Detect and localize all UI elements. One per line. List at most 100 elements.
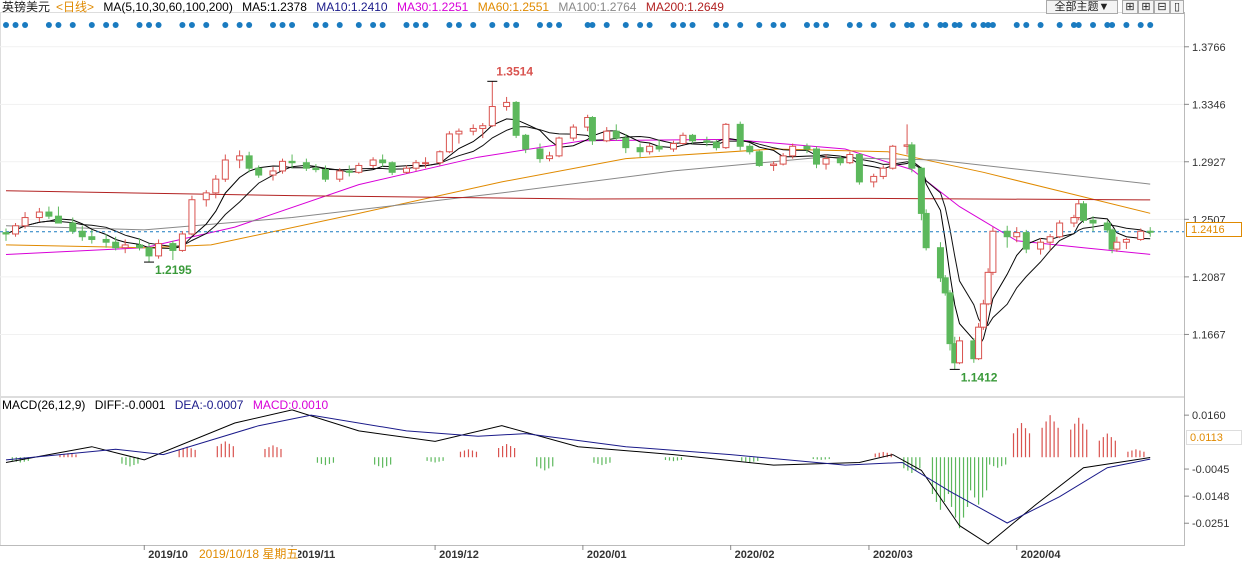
candle-body[interactable]	[779, 155, 787, 165]
candle-body[interactable]	[712, 141, 720, 149]
candle-body[interactable]	[917, 167, 925, 214]
candle-body[interactable]	[770, 163, 778, 166]
candle-body[interactable]	[1113, 241, 1121, 250]
candle-body[interactable]	[255, 167, 263, 176]
candle-body[interactable]	[588, 116, 596, 142]
candle-body[interactable]	[369, 159, 377, 166]
candle-body[interactable]	[936, 247, 944, 279]
candle-body[interactable]	[870, 175, 878, 183]
candle-body[interactable]	[69, 222, 77, 232]
candle-body[interactable]	[355, 164, 363, 173]
candle-body[interactable]	[1103, 222, 1111, 231]
candle-body[interactable]	[178, 233, 186, 251]
candle-body[interactable]	[789, 145, 797, 157]
candle-body[interactable]	[488, 106, 496, 127]
candle-body[interactable]	[2, 232, 10, 235]
candle-body[interactable]	[703, 140, 711, 143]
candle-body[interactable]	[746, 145, 754, 153]
candle-body[interactable]	[855, 153, 863, 183]
candle-body[interactable]	[1046, 236, 1054, 243]
candle-body[interactable]	[646, 145, 654, 153]
candle-body[interactable]	[679, 134, 687, 145]
candle-body[interactable]	[689, 134, 697, 142]
candle-body[interactable]	[336, 170, 344, 180]
candle-body[interactable]	[822, 158, 830, 165]
candle-body[interactable]	[1037, 241, 1045, 250]
candle-body[interactable]	[479, 125, 487, 129]
candle-body[interactable]	[436, 151, 444, 164]
candle-body[interactable]	[45, 211, 53, 217]
candle-body[interactable]	[736, 123, 744, 147]
candle-body[interactable]	[35, 211, 43, 219]
candle-body[interactable]	[1137, 230, 1145, 240]
candle-body[interactable]	[78, 230, 86, 238]
candle-body[interactable]	[155, 243, 163, 257]
candle-body[interactable]	[603, 130, 611, 142]
candle-body[interactable]	[88, 236, 96, 240]
candle-body[interactable]	[546, 155, 554, 160]
grid-tool-icon[interactable]: ⊞	[1138, 0, 1154, 14]
candle-body[interactable]	[1013, 232, 1021, 238]
candle-body[interactable]	[302, 162, 310, 169]
candle-body[interactable]	[1089, 219, 1097, 224]
candle-body[interactable]	[622, 137, 630, 149]
candle-body[interactable]	[569, 126, 577, 139]
candle-body[interactable]	[922, 212, 930, 249]
zoom-tool-icon[interactable]: ⊟	[1154, 0, 1170, 14]
candle-body[interactable]	[522, 134, 530, 150]
candle-body[interactable]	[836, 158, 844, 164]
candle-body[interactable]	[846, 153, 854, 164]
candle-body[interactable]	[1070, 217, 1078, 224]
candle-body[interactable]	[422, 162, 430, 165]
candle-body[interactable]	[1122, 238, 1130, 243]
candle-body[interactable]	[803, 145, 811, 150]
candle-body[interactable]	[989, 230, 997, 273]
theme-dropdown-button[interactable]: 全部主题▼	[1046, 0, 1118, 14]
candle-body[interactable]	[812, 148, 820, 165]
candle-body[interactable]	[612, 130, 620, 139]
candle-body[interactable]	[1056, 222, 1064, 238]
candle-body[interactable]	[1146, 230, 1154, 233]
candle-body[interactable]	[245, 155, 253, 169]
candle-body[interactable]	[288, 160, 296, 164]
period-label[interactable]: <日线>	[56, 0, 94, 14]
candle-body[interactable]	[512, 101, 520, 136]
candle-body[interactable]	[188, 199, 196, 235]
candle-body[interactable]	[135, 244, 143, 249]
candle-body[interactable]	[445, 133, 453, 153]
candle-body[interactable]	[1079, 203, 1087, 221]
candle-body[interactable]	[345, 170, 353, 173]
candle-body[interactable]	[312, 167, 320, 171]
candle-body[interactable]	[984, 271, 992, 305]
candle-body[interactable]	[979, 303, 987, 328]
candle-body[interactable]	[536, 148, 544, 160]
candle-body[interactable]	[889, 145, 897, 169]
candle-body[interactable]	[269, 170, 277, 176]
candle-body[interactable]	[1003, 230, 1011, 238]
candle-body[interactable]	[321, 169, 329, 180]
candle-body[interactable]	[655, 145, 663, 150]
candle-body[interactable]	[279, 160, 287, 172]
candle-body[interactable]	[908, 144, 916, 169]
candle-body[interactable]	[212, 178, 220, 194]
candle-body[interactable]	[879, 167, 887, 177]
candle-body[interactable]	[12, 225, 20, 235]
candle-body[interactable]	[455, 130, 463, 135]
candle-body[interactable]	[941, 277, 949, 294]
candle-body[interactable]	[169, 243, 177, 251]
candle-body[interactable]	[412, 162, 420, 169]
candle-body[interactable]	[555, 137, 563, 157]
candle-body[interactable]	[221, 159, 229, 180]
candle-body[interactable]	[636, 147, 644, 153]
crosshair-tool-icon[interactable]: ⊞	[1122, 0, 1138, 14]
candle-body[interactable]	[503, 101, 511, 108]
split-tool-icon[interactable]: ▯	[1170, 0, 1184, 14]
candle-body[interactable]	[145, 247, 153, 257]
candle-body[interactable]	[236, 155, 244, 161]
candle-body[interactable]	[975, 326, 983, 360]
chart-canvas[interactable]: 1.37661.33461.29271.25071.20871.16670.01…	[0, 0, 1243, 570]
candle-body[interactable]	[379, 159, 387, 164]
candle-body[interactable]	[121, 244, 129, 249]
candle-body[interactable]	[469, 127, 477, 132]
candle-body[interactable]	[956, 340, 964, 364]
